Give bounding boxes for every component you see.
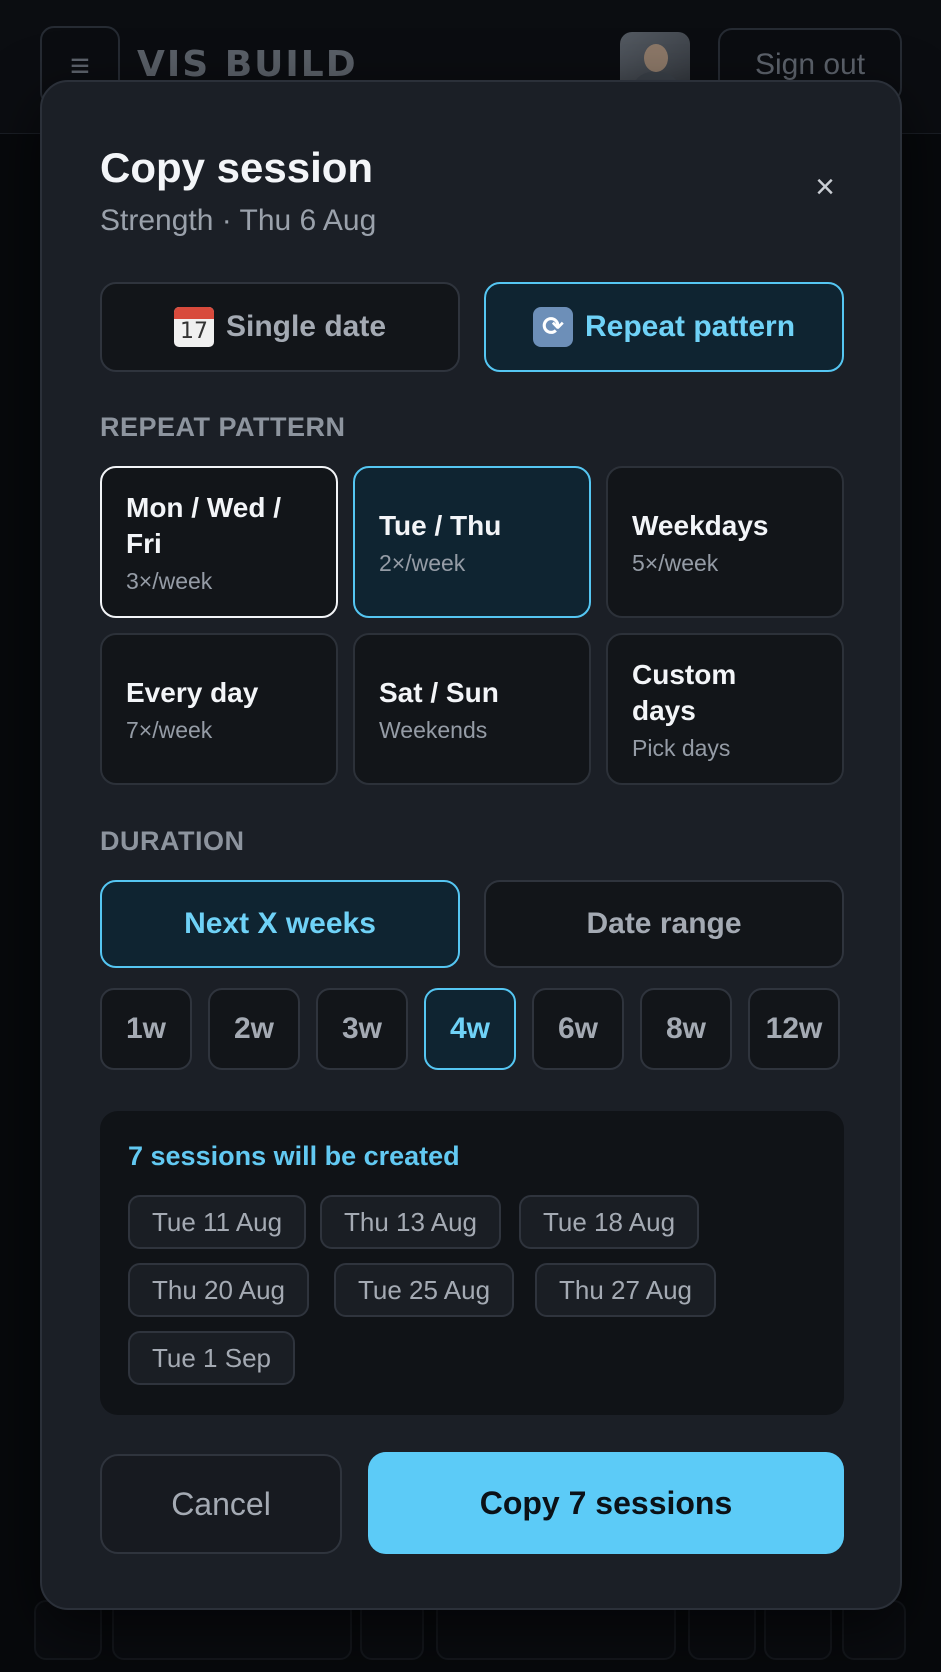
calendar-icon: 17 [173, 307, 214, 347]
week-option-8w[interactable]: 8w [640, 988, 732, 1070]
preview-title: 7 sessions will be created [128, 1141, 460, 1171]
pattern-name: Tue / Thu [379, 509, 502, 541]
pattern-option-tue-thu[interactable]: Tue / Thu 2×/week [353, 466, 591, 618]
date-chip: Thu 13 Aug [320, 1195, 501, 1249]
pattern-name: Sat / Sun [379, 676, 499, 708]
repeat-pattern-button[interactable]: ⟳ Repeat pattern [484, 282, 844, 372]
pattern-option-sat-sun[interactable]: Sat / Sun Weekends [353, 633, 591, 785]
pattern-frequency: Pick days [632, 734, 731, 761]
copy-session-dialog: Copy session Strength · Thu 6 Aug × 17 S… [40, 80, 902, 1610]
sessions-preview: 7 sessions will be created Tue 11 Aug Th… [100, 1111, 844, 1415]
single-date-button[interactable]: 17 Single date [100, 282, 460, 372]
repeat-pattern-heading: REPEAT PATTERN [100, 412, 346, 442]
week-option-3w[interactable]: 3w [316, 988, 408, 1070]
date-chip: Thu 20 Aug [128, 1263, 309, 1317]
brand-logo: VIS BUILD [137, 44, 358, 85]
week-option-4w[interactable]: 4w [424, 988, 516, 1070]
week-option-1w[interactable]: 1w [100, 988, 192, 1070]
dialog-title: Copy session [100, 144, 374, 191]
date-chip: Tue 1 Sep [128, 1331, 296, 1385]
pattern-frequency: 3×/week [126, 567, 213, 594]
week-option-2w[interactable]: 2w [208, 988, 300, 1070]
next-x-weeks-button[interactable]: Next X weeks [100, 880, 460, 968]
date-chip: Tue 25 Aug [334, 1263, 515, 1317]
single-date-label: Single date [225, 310, 387, 343]
cancel-button[interactable]: Cancel [100, 1454, 342, 1554]
copy-sessions-button[interactable]: Copy 7 sessions [368, 1452, 844, 1554]
duration-heading: DURATION [100, 826, 245, 856]
date-chip: Tue 11 Aug [128, 1195, 307, 1249]
repeat-icon: ⟳ [532, 307, 573, 347]
pattern-name: Weekdays [632, 509, 769, 541]
close-icon[interactable]: × [800, 162, 850, 212]
date-range-button[interactable]: Date range [484, 880, 844, 968]
pattern-name: Every day [126, 676, 259, 708]
pattern-frequency: 5×/week [632, 549, 719, 576]
pattern-frequency: 2×/week [379, 549, 466, 576]
pattern-option-weekdays[interactable]: Weekdays 5×/week [606, 466, 844, 618]
pattern-name: Custom days [632, 658, 737, 726]
repeat-pattern-label: Repeat pattern [584, 310, 796, 343]
pattern-frequency: 7×/week [126, 716, 213, 743]
pattern-option-mon-wed-fri[interactable]: Mon / Wed / Fri 3×/week [100, 466, 338, 618]
date-chip: Thu 27 Aug [535, 1263, 716, 1317]
week-option-6w[interactable]: 6w [532, 988, 624, 1070]
date-chip: Tue 18 Aug [519, 1195, 700, 1249]
dialog-subtitle: Strength · Thu 6 Aug [100, 204, 377, 237]
pattern-option-custom-days[interactable]: Custom days Pick days [606, 633, 844, 785]
pattern-name: Mon / Wed / Fri [126, 491, 282, 559]
pattern-option-every-day[interactable]: Every day 7×/week [100, 633, 338, 785]
week-option-12w[interactable]: 12w [748, 988, 840, 1070]
pattern-frequency: Weekends [379, 716, 488, 743]
